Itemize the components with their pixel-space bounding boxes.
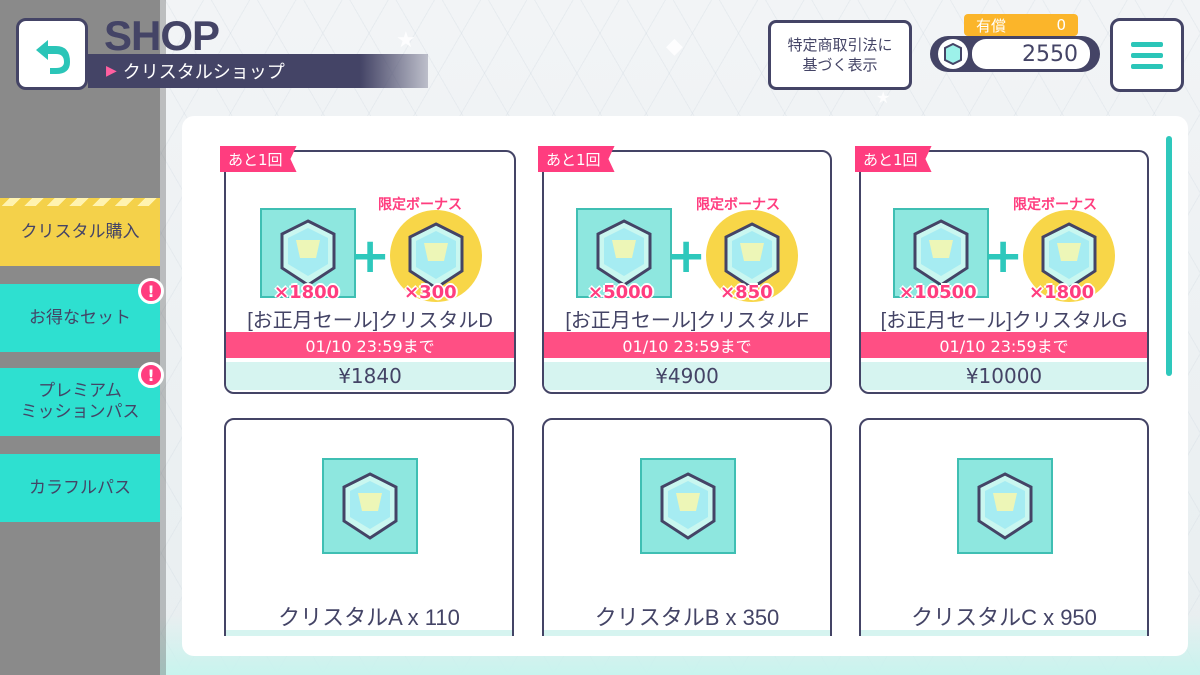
sidebar-item-label: お得なセット — [29, 307, 131, 328]
sidebar-item-value-set[interactable]: お得なセット ! — [0, 278, 164, 352]
legal-notice-line2: 基づく表示 — [802, 56, 878, 74]
paid-crystal-badge: 有償 0 — [964, 14, 1078, 36]
sidebar-item-label: カラフルパス — [29, 477, 131, 498]
crystal-amount: 2550 — [972, 39, 1090, 69]
menu-line — [1131, 52, 1163, 58]
sidebar-item-label-line2: ミッションパス — [20, 402, 140, 422]
hamburger-menu-icon — [1131, 41, 1163, 47]
back-button[interactable] — [16, 18, 88, 90]
product-price-bar — [544, 630, 830, 636]
sidebar-item-label: プレミアム ミッションパス — [21, 381, 140, 423]
product-card[interactable]: クリスタルA x 110 — [224, 418, 514, 636]
active-stripe — [0, 198, 160, 206]
sidebar-item-crystal-purchase[interactable]: クリスタル購入 — [0, 198, 160, 266]
menu-button[interactable] — [1110, 18, 1184, 92]
paid-label: 有償 — [976, 16, 1007, 35]
sidebar-divider — [160, 0, 166, 675]
menu-line — [1131, 63, 1163, 69]
paid-value: 0 — [1056, 16, 1066, 34]
page-title: SHOP — [104, 12, 220, 59]
legal-notice-line1: 特定商取引法に — [787, 36, 893, 54]
product-card[interactable]: クリスタルB x 350 — [542, 418, 832, 636]
triangle-icon: ▶ — [106, 63, 117, 79]
crystal-balance: 2550 — [930, 36, 1100, 72]
crystal-icon — [938, 39, 968, 69]
product-price-bar — [226, 630, 512, 636]
crystal-icon — [640, 458, 736, 554]
sidebar-item-premium-mission-pass[interactable]: プレミアム ミッションパス ! — [0, 362, 164, 436]
product-card[interactable]: クリスタルC x 950 — [859, 418, 1149, 636]
sidebar-item-label: クリスタル購入 — [20, 221, 140, 242]
diamond-decoration-icon: ◆ — [666, 34, 683, 59]
star-decoration-icon: ★ — [396, 28, 416, 53]
legal-notice-button[interactable]: 特定商取引法に 基づく表示 — [768, 20, 912, 90]
page-subtitle: クリスタルショップ — [122, 62, 285, 83]
alert-badge: ! — [138, 278, 164, 304]
product-price-bar — [861, 630, 1147, 636]
back-arrow-icon — [36, 40, 70, 74]
product-name: クリスタルB x 350 — [594, 605, 780, 630]
crystal-icon — [957, 458, 1053, 554]
sidebar-item-label-line1: プレミアム — [38, 381, 122, 401]
sidebar-item-colorful-pass[interactable]: カラフルパス — [0, 454, 160, 522]
product-grid-viewport: クリスタルA x 110 クリスタルB x 350 クリスタルC x 950 — [182, 116, 1188, 636]
crystal-icon — [322, 458, 418, 554]
alert-badge: ! — [138, 362, 164, 388]
star-decoration-icon: ★ — [876, 88, 891, 107]
product-name: クリスタルC x 950 — [911, 605, 1097, 630]
product-name: クリスタルA x 110 — [278, 605, 460, 630]
